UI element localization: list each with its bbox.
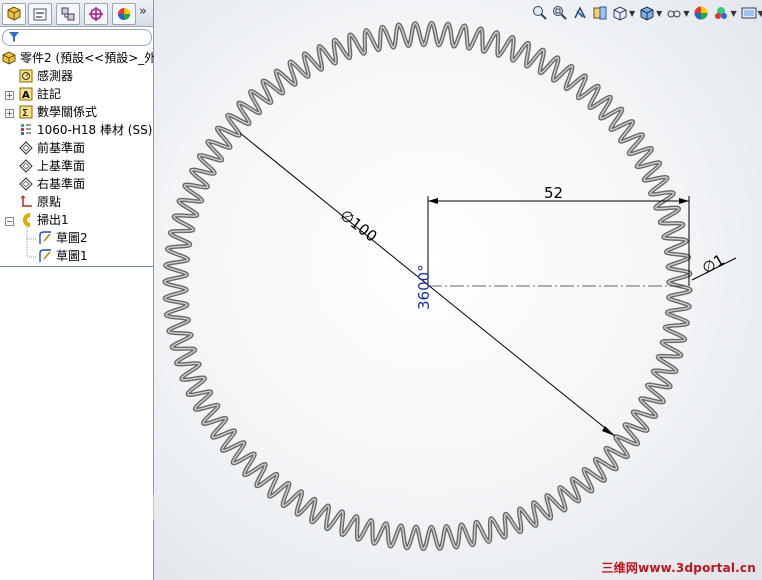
tree-item-origin[interactable]: 原點 [19,193,61,210]
crosshair-icon [89,7,103,21]
tree-item-front-plane[interactable]: 前基準面 [19,139,85,156]
tree-item-label: 草圖2 [56,231,88,245]
sensor-icon [19,69,33,82]
diameter-label-small: ∅1 [699,251,728,278]
tree-item-label: 感測器 [37,69,74,83]
equation-icon: Σ [19,105,33,119]
sketch-drawing: ∅100 52 ∅1 3600° [162,20,737,552]
feature-manager-tab[interactable] [2,3,26,25]
expand-toggle[interactable]: + [5,109,14,118]
material-icon [21,123,31,135]
tree-root-part[interactable]: 零件2 (預設<<預設>_外 [2,49,156,66]
feature-tree-icon [7,6,21,21]
tree-item-label: 前基準面 [37,141,86,155]
tree-connector [26,227,37,258]
expand-toggle[interactable]: + [5,91,14,100]
property-manager-tab[interactable] [28,3,52,25]
property-icon [33,8,47,21]
tree-item-label: 數學關係式 [37,105,98,119]
tree-item-sweep[interactable]: 掃出1 [19,211,69,228]
tree-item-material[interactable]: 1060-H18 棒材 (SS) [19,121,152,138]
svg-text:A: A [22,90,30,101]
watermark-text: 三维网www.3dportal.cn [601,561,756,575]
tree-item-annotations[interactable]: A 註記 [19,85,61,102]
diameter-label-large: ∅100 [337,206,381,246]
sketch-icon [39,230,51,244]
tree-item-label: 註記 [37,87,62,101]
configuration-manager-tab[interactable] [56,3,80,25]
plane-icon [19,140,33,155]
tree-item-equations[interactable]: Σ 數學關係式 [19,103,97,120]
collapse-toggle[interactable]: − [5,217,14,226]
more-tabs-icon[interactable]: » [139,4,147,19]
sweep-icon [23,212,31,227]
svg-text:∅100: ∅100 [337,206,381,246]
tree-divider [0,266,153,267]
manager-tabs: » [0,0,153,27]
tree-filter-input[interactable] [2,29,152,46]
horizontal-dimension-label: 52 [544,184,563,202]
dimxpert-tab[interactable] [84,3,108,25]
part-icon [2,50,16,65]
tree-item-label: 掃出1 [37,213,69,227]
tree-item-right-plane[interactable]: 右基準面 [19,175,85,192]
tree-item-sketch2[interactable]: 草圖2 [38,229,88,246]
graphics-area[interactable]: ▼ ▼ ▼ ▼ ▼ ∅100 52 ∅1 3600° 三维网www.3dport… [154,0,762,580]
angle-dimension-label: 3600° [415,264,433,310]
origin-icon [20,194,32,207]
dimension-arrowhead [679,198,689,204]
filter-icon [9,32,19,42]
svg-text:∅1: ∅1 [699,251,728,278]
tree-item-label: 上基準面 [37,159,86,173]
svg-text:Σ: Σ [22,108,28,119]
tree-item-label: 原點 [37,195,62,209]
sketch-icon [39,248,51,262]
annotation-icon: A [19,87,33,101]
display-manager-tab[interactable] [112,3,136,25]
plane-icon [19,158,33,173]
tree-item-top-plane[interactable]: 上基準面 [19,157,85,174]
dimension-arrowhead [428,198,438,204]
configuration-icon [61,7,75,21]
tree-root-label: 零件2 (預設<<預設>_外 [20,51,157,65]
feature-manager-panel: » 零件2 (預設<<預設>_外 感測器 + A 註記 + Σ 數學關係式 10… [0,0,156,580]
tree-item-sketch1[interactable]: 草圖1 [38,247,88,264]
tree-item-label: 右基準面 [37,177,86,191]
appearance-icon [118,8,130,20]
tree-item-label: 1060-H18 棒材 (SS) [37,123,153,137]
tree-item-label: 草圖1 [56,249,88,263]
plane-icon [19,176,33,191]
tree-item-sensors[interactable]: 感測器 [19,67,73,84]
